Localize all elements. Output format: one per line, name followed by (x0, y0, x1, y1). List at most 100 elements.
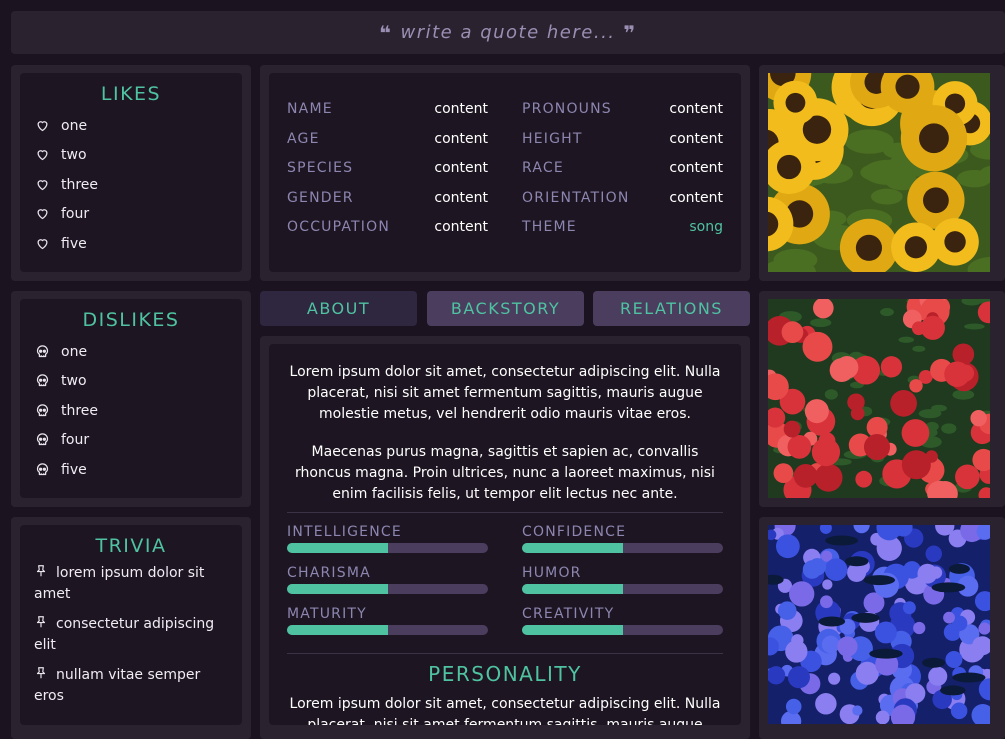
tab-relations-label: RELATIONS (620, 299, 723, 318)
trivia-panel: TRIVIA lorem ipsum dolor sit amet consect… (11, 517, 251, 739)
quote-bar: ❝ write a quote here... ❞ (11, 11, 1005, 54)
stat-bar-fill (522, 625, 623, 635)
dislikes-list: one two three four five (20, 337, 242, 485)
character-profile-page: ❝ write a quote here... ❞ LIKES one two th… (0, 0, 1005, 739)
blue-hydrangea-photo (768, 525, 990, 724)
likes-item: one (20, 111, 242, 141)
image-panel-3 (759, 517, 1005, 739)
likes-item: two (20, 141, 242, 171)
dislikes-item: one (20, 337, 242, 367)
stat-bar (522, 584, 723, 594)
stat-bar-fill (287, 625, 388, 635)
stat-bar (287, 625, 488, 635)
info-row-gender: GENDER content (287, 188, 488, 208)
stat-bar (522, 625, 723, 635)
tab-relations[interactable]: RELATIONS (593, 291, 750, 326)
tab-about[interactable]: ABOUT (260, 291, 417, 326)
info-value: content (434, 189, 488, 206)
heart-icon (35, 177, 51, 193)
about-panel: Lorem ipsum dolor sit amet, consectetur … (260, 336, 750, 739)
info-label: PRONOUNS (522, 101, 612, 117)
info-value: content (669, 189, 723, 206)
tab-about-label: ABOUT (306, 299, 371, 318)
dislikes-item: three (20, 396, 242, 426)
trivia-item-text: lorem ipsum dolor sit amet (34, 565, 205, 602)
stat-bar (287, 584, 488, 594)
open-quote-icon: ❝ (379, 20, 393, 45)
info-value[interactable]: song (689, 219, 723, 235)
info-row-age: AGE content (287, 129, 488, 149)
sunflowers-photo (768, 73, 990, 272)
info-value: content (669, 101, 723, 117)
dislikes-item-label: two (61, 373, 87, 390)
info-label: NAME (287, 101, 333, 117)
info-label: SPECIES (287, 160, 354, 176)
likes-list: one two three four five (20, 111, 242, 259)
info-label: AGE (287, 130, 320, 147)
info-row-name: NAME content (287, 99, 488, 119)
close-quote-icon: ❞ (623, 20, 637, 45)
likes-item: five (20, 229, 242, 259)
info-inner: NAME content AGE content SPECIES content GENDE… (269, 73, 741, 272)
pin-icon (34, 666, 48, 686)
personality-divider (287, 653, 723, 654)
info-row-species: SPECIES content (287, 158, 488, 178)
skull-icon (35, 373, 51, 389)
likes-item-label: three (61, 176, 99, 193)
pin-icon (34, 564, 48, 584)
dislikes-panel: DISLIKES one two three four five (11, 291, 251, 507)
stat-label: CHARISMA (287, 565, 371, 581)
info-value: content (434, 130, 488, 147)
info-value: content (669, 160, 723, 176)
dislikes-item: two (20, 367, 242, 397)
dislikes-inner: DISLIKES one two three four five (20, 299, 242, 498)
skull-icon (35, 462, 51, 478)
trivia-list: lorem ipsum dolor sit amet consectetur ad… (20, 563, 242, 706)
stat-label: INTELLIGENCE (287, 524, 402, 540)
stat-label: MATURITY (287, 606, 367, 622)
trivia-item: consectetur adipiscing elit (20, 614, 242, 655)
info-panel: NAME content AGE content SPECIES content GENDE… (260, 65, 750, 281)
dislikes-title: DISLIKES (82, 309, 180, 331)
about-paragraph-1: Lorem ipsum dolor sit amet, consectetur … (289, 364, 721, 422)
info-value: content (434, 101, 488, 117)
dislikes-item-label: one (61, 343, 88, 360)
quote-text: write a quote here... (400, 22, 616, 43)
likes-title: LIKES (100, 83, 162, 105)
skull-icon (35, 432, 51, 448)
stat-label: CREATIVITY (522, 606, 615, 622)
stats-divider (287, 512, 723, 513)
likes-panel: LIKES one two three four five (11, 65, 251, 281)
tab-backstory-label: BACKSTORY (450, 299, 561, 318)
likes-item: four (20, 200, 242, 230)
trivia-item: lorem ipsum dolor sit amet (20, 563, 242, 604)
stat-bar-fill (287, 584, 388, 594)
stat-bar-fill (522, 584, 623, 594)
info-label: OCCUPATION (287, 219, 391, 235)
skull-icon (35, 344, 51, 360)
heart-icon (35, 118, 51, 134)
likes-inner: LIKES one two three four five (20, 73, 242, 272)
trivia-inner[interactable]: TRIVIA lorem ipsum dolor sit amet consect… (20, 525, 242, 725)
trivia-item: nullam vitae semper eros (20, 665, 242, 706)
info-row-race: RACE content (522, 158, 723, 178)
dislikes-item-label: four (61, 432, 90, 449)
info-label: RACE (522, 160, 564, 176)
heart-icon (35, 206, 51, 222)
dislikes-item-label: five (61, 461, 87, 478)
image-panel-1 (759, 65, 1005, 281)
red-flowers-photo (768, 299, 990, 498)
personality-title: PERSONALITY (428, 662, 582, 686)
info-label: ORIENTATION (522, 189, 630, 206)
stat-label: HUMOR (522, 565, 582, 581)
about-paragraph-2: Maecenas purus magna, sagittis et sapien… (295, 444, 715, 502)
dislikes-item: five (20, 455, 242, 485)
dislikes-item-label: three (61, 402, 99, 419)
info-row-theme: THEME song (522, 217, 723, 237)
likes-item-label: four (61, 206, 90, 223)
heart-icon (35, 236, 51, 252)
info-row-height: HEIGHT content (522, 129, 723, 149)
info-label: HEIGHT (522, 130, 583, 147)
tab-backstory[interactable]: BACKSTORY (427, 291, 584, 326)
about-content[interactable]: Lorem ipsum dolor sit amet, consectetur … (269, 344, 741, 725)
